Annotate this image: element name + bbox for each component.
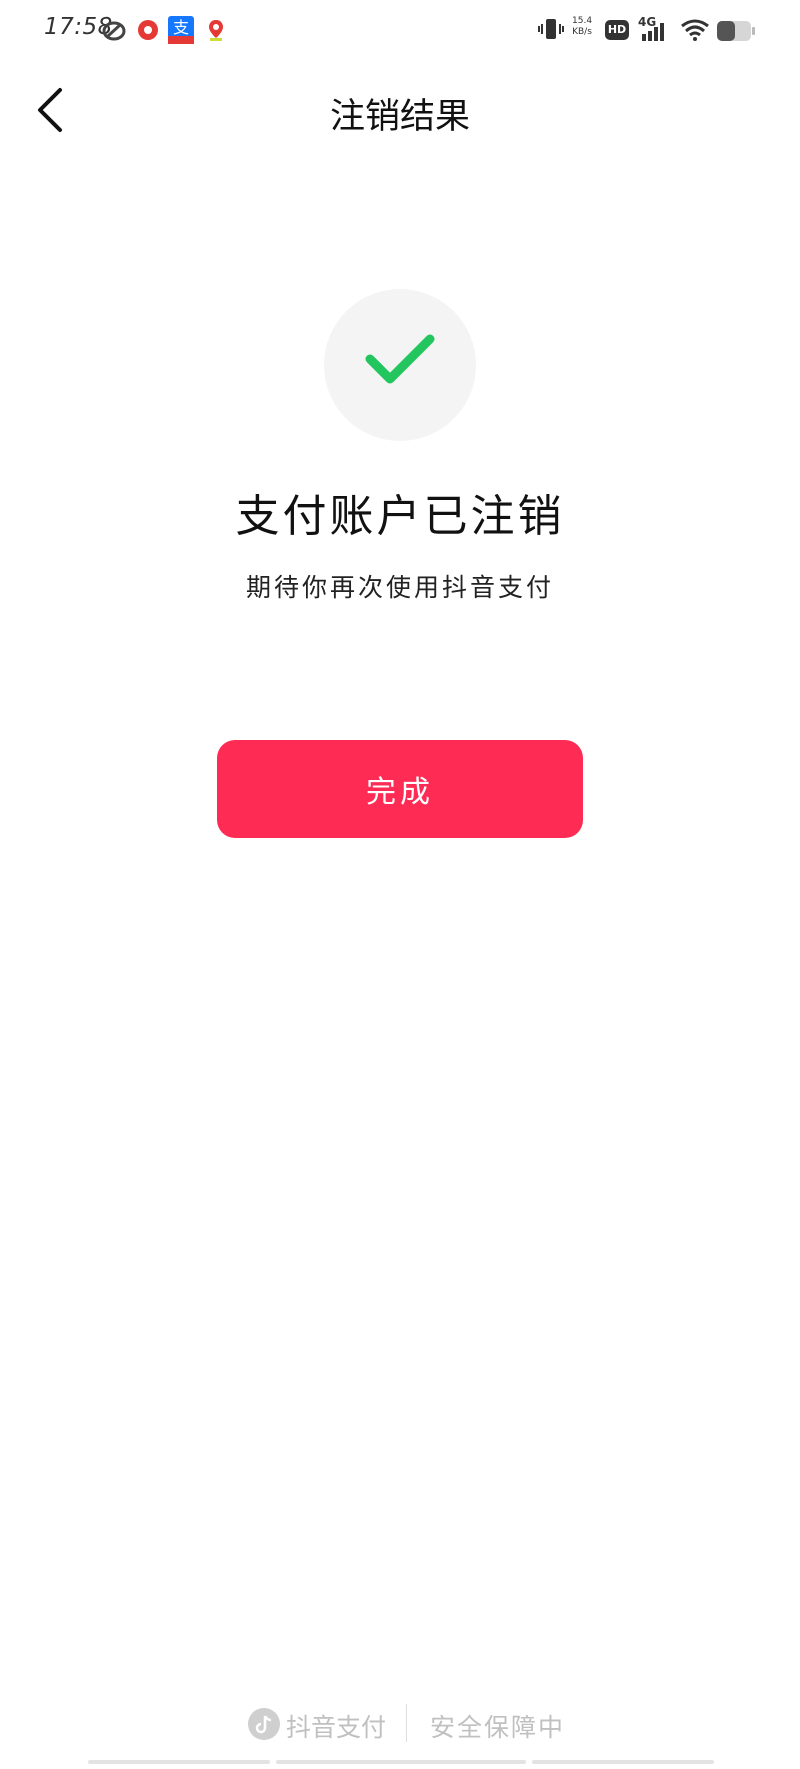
nav-header: 注销结果 xyxy=(0,60,800,160)
footer-brand: 抖音支付 xyxy=(286,1713,387,1742)
security-footer: 抖音支付 安全保障中 xyxy=(0,1700,800,1742)
net-speed: 15.4 KB/s xyxy=(572,16,593,37)
wifi-icon xyxy=(680,18,710,46)
alipay-icon: 支 xyxy=(168,16,194,44)
footer-divider xyxy=(406,1704,407,1742)
gesture-bar-center xyxy=(276,1760,526,1764)
gesture-bar-right xyxy=(532,1760,714,1764)
result-subtitle: 期待你再次使用抖音支付 xyxy=(245,573,554,602)
svg-text:支: 支 xyxy=(173,18,189,37)
page-title: 注销结果 xyxy=(329,97,470,137)
signal-icon xyxy=(640,22,666,46)
footer-secure-text: 安全保障中 xyxy=(430,1713,566,1742)
vibrate-icon xyxy=(538,16,564,46)
douyin-logo-icon xyxy=(248,1708,280,1740)
hd-badge: HD xyxy=(605,20,629,40)
success-badge xyxy=(324,289,476,441)
map-pin-icon xyxy=(204,18,228,42)
done-button[interactable]: 完成 xyxy=(217,740,583,838)
record-icon xyxy=(136,18,160,42)
battery-icon xyxy=(716,20,756,46)
status-bar: 17:58 支 15.4 KB/s HD 4G xyxy=(0,0,800,60)
result-title: 支付账户已注销 xyxy=(235,491,565,542)
weibo-icon xyxy=(102,18,126,42)
gesture-bar-left xyxy=(88,1760,270,1764)
